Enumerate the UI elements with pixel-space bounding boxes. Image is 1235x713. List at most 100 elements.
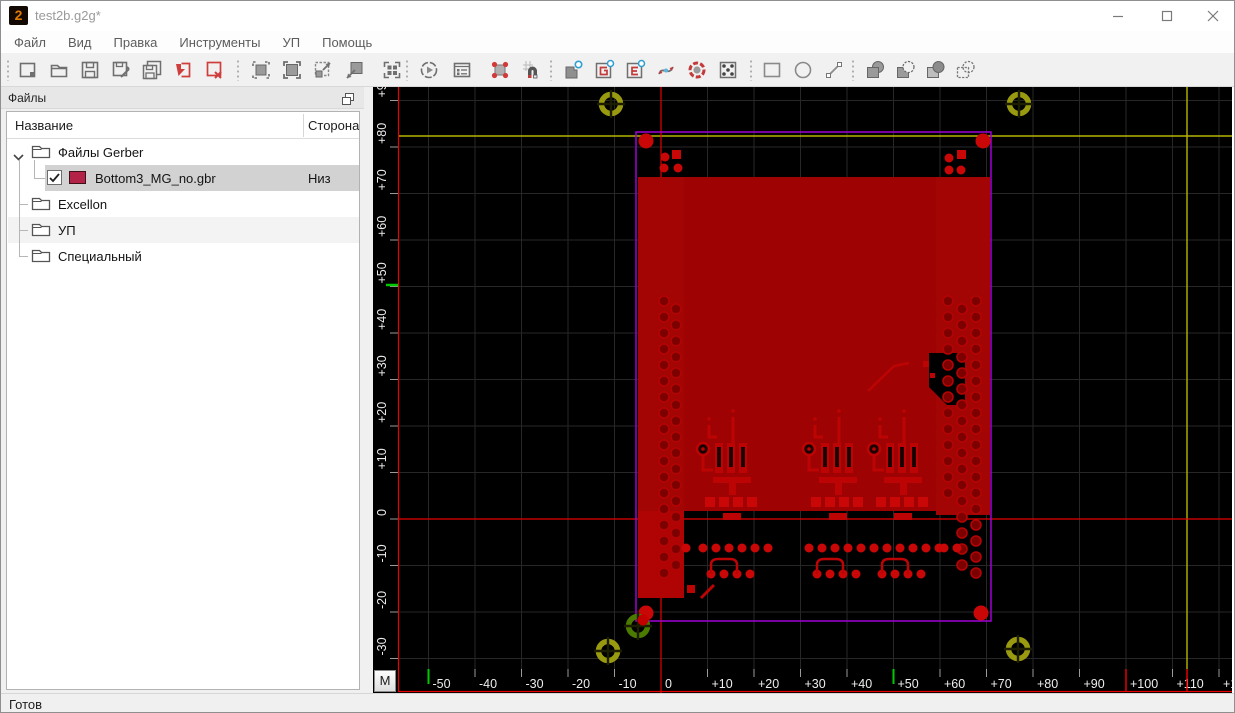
layer-color-swatch[interactable] — [69, 171, 86, 184]
new-path-button[interactable] — [652, 56, 680, 84]
edit-vertices-button[interactable] — [486, 56, 514, 84]
project-options-button[interactable] — [448, 56, 476, 84]
svg-text:-40: -40 — [479, 677, 497, 691]
toolbar-drag-handle[interactable] — [749, 59, 753, 81]
zoom-out-region-button[interactable] — [309, 56, 337, 84]
minimize-button[interactable] — [1098, 1, 1138, 31]
zoom-to-object-icon — [252, 61, 270, 79]
tree-row-gerber-file[interactable]: Bottom3_MG_no.gbr Низ — [7, 165, 359, 191]
gerber-file-name: Bottom3_MG_no.gbr — [95, 171, 216, 186]
draw-rectangle-icon — [763, 62, 781, 78]
draw-circle-button[interactable] — [789, 56, 817, 84]
folder-icon — [31, 195, 51, 216]
save-button[interactable] — [76, 56, 104, 84]
new-drill-array-button[interactable] — [714, 56, 742, 84]
new-pad-button[interactable] — [559, 56, 587, 84]
column-header-side[interactable]: Сторона — [308, 118, 359, 133]
gerber-viewport[interactable]: -50 -40 -30 -20 -10 0 +10 +20 +30 +40 +50 +60 +70 +80… — [373, 76, 1234, 693]
ruler-mode-button[interactable]: M — [374, 670, 396, 692]
tree-row-gerber-group[interactable]: Файлы Gerber — [7, 139, 359, 165]
svg-text:+20: +20 — [758, 677, 779, 691]
svg-text:+80: +80 — [375, 123, 389, 144]
new-gerber-object-button[interactable] — [590, 56, 618, 84]
boolean-intersect-button[interactable] — [921, 56, 949, 84]
files-panel-header[interactable]: Файлы — [1, 87, 364, 109]
layer-visibility-checkbox[interactable] — [47, 170, 62, 185]
svg-text:0: 0 — [375, 509, 389, 516]
tree-label-special: Специальный — [58, 249, 142, 264]
draw-line-button[interactable] — [820, 56, 848, 84]
close-file-button[interactable] — [200, 56, 228, 84]
toolbar-drag-handle[interactable] — [236, 59, 240, 81]
new-flash-button[interactable] — [683, 56, 711, 84]
svg-text:+30: +30 — [805, 677, 826, 691]
svg-text:+50: +50 — [375, 262, 389, 283]
close-button[interactable] — [1193, 1, 1233, 31]
menu-bar: Файл Вид Правка Инструменты УП Помощь — [1, 31, 1234, 53]
new-pad-icon — [565, 60, 583, 79]
svg-text:+110: +110 — [1177, 677, 1204, 691]
zoom-to-selection-button[interactable] — [278, 56, 306, 84]
toolbar — [1, 53, 1234, 87]
zoom-to-selection-icon — [283, 61, 301, 79]
save-as-button[interactable] — [107, 56, 135, 84]
svg-text:+60: +60 — [375, 216, 389, 237]
save-icon — [81, 61, 99, 79]
svg-text:+10: +10 — [375, 448, 389, 469]
svg-text:-50: -50 — [433, 677, 451, 691]
tree-row-special[interactable]: Специальный — [7, 243, 359, 269]
new-text-object-button[interactable] — [621, 56, 649, 84]
toolbar-drag-handle[interactable] — [6, 59, 10, 81]
folder-icon — [31, 143, 51, 164]
toolbar-drag-handle[interactable] — [549, 59, 553, 81]
zoom-to-object-button[interactable] — [247, 56, 275, 84]
run-processing-icon — [420, 61, 438, 79]
import-layer-button[interactable] — [169, 56, 197, 84]
svg-text:0: 0 — [665, 677, 672, 691]
save-all-icon — [142, 60, 162, 80]
menu-help[interactable]: Помощь — [311, 33, 383, 52]
gerber-canvas[interactable]: -50 -40 -30 -20 -10 0 +10 +20 +30 +40 +50 +60 +70 +80… — [373, 76, 1234, 693]
toolbar-drag-handle[interactable] — [851, 59, 855, 81]
run-processing-button[interactable] — [415, 56, 443, 84]
menu-up[interactable]: УП — [271, 33, 311, 52]
files-tree: Название Сторона Файлы Gerber Bottom3_MG… — [6, 111, 360, 690]
new-gerber-object-icon — [595, 59, 615, 79]
tree-row-excellon[interactable]: Excellon — [7, 191, 359, 217]
boolean-union-button[interactable] — [861, 56, 889, 84]
save-all-button[interactable] — [138, 56, 166, 84]
new-file-button[interactable] — [14, 56, 42, 84]
draw-rectangle-button[interactable] — [758, 56, 786, 84]
title-bar: 2 test2b.g2g* — [1, 1, 1234, 31]
folder-icon — [31, 247, 51, 268]
zoom-in-region-button[interactable] — [340, 56, 368, 84]
toolbar-drag-handle[interactable] — [405, 59, 409, 81]
app-window: 2 test2b.g2g* Файл Вид Правка Инструмент… — [0, 0, 1235, 713]
chevron-down-icon[interactable] — [13, 148, 24, 166]
boolean-xor-button[interactable] — [951, 56, 979, 84]
svg-text:-10: -10 — [375, 544, 389, 562]
close-file-icon — [206, 61, 222, 79]
menu-tools[interactable]: Инструменты — [168, 33, 271, 52]
tree-label-excellon: Excellon — [58, 197, 108, 212]
fit-all-button[interactable] — [378, 56, 406, 84]
menu-view[interactable]: Вид — [57, 33, 103, 52]
panel-float-icon[interactable] — [342, 92, 354, 110]
snap-to-grid-button[interactable] — [518, 56, 546, 84]
tree-row-up[interactable]: УП — [7, 217, 359, 243]
svg-text:+30: +30 — [375, 355, 389, 376]
menu-file[interactable]: Файл — [3, 33, 57, 52]
files-panel-title: Файлы — [8, 91, 47, 105]
draw-line-icon — [826, 62, 842, 78]
svg-text:+70: +70 — [991, 677, 1012, 691]
edit-vertices-icon — [491, 61, 509, 79]
status-bar: Готов — [1, 693, 1234, 712]
svg-text:+90: +90 — [1084, 677, 1105, 691]
open-file-button[interactable] — [45, 56, 73, 84]
column-header-name[interactable]: Название — [15, 118, 73, 133]
maximize-button[interactable] — [1147, 1, 1187, 31]
boolean-subtract-button[interactable] — [891, 56, 919, 84]
column-separator[interactable] — [303, 114, 304, 137]
menu-edit[interactable]: Правка — [103, 33, 169, 52]
new-text-object-icon — [626, 59, 646, 79]
